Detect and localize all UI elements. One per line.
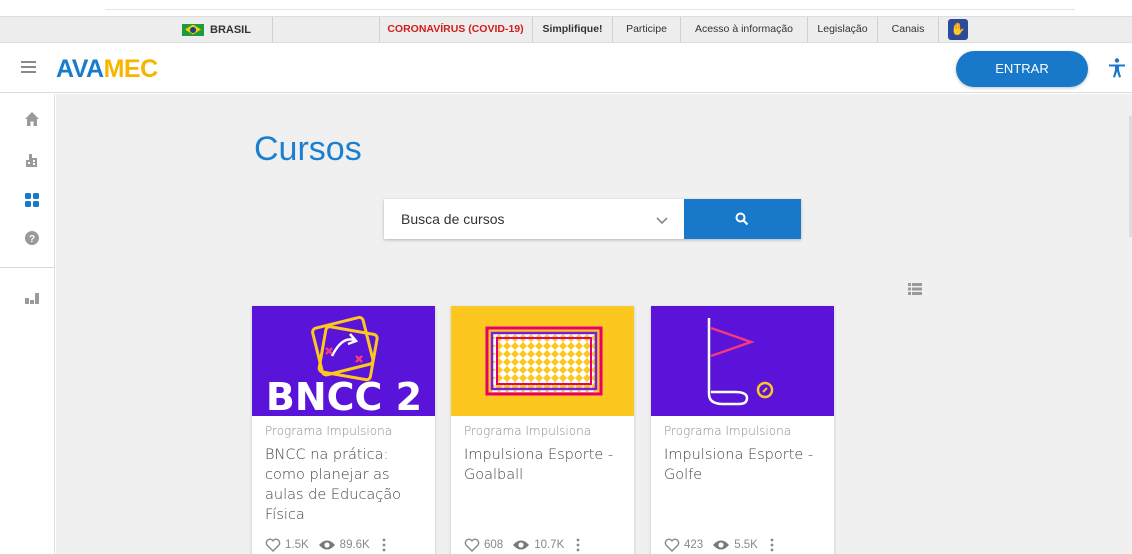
course-stats: 1.5K 89.6K: [265, 538, 386, 552]
likes-stat[interactable]: 1.5K: [265, 538, 309, 552]
gov-link-legislacao[interactable]: Legislação: [807, 17, 877, 42]
gov-link-simplifique[interactable]: Simplifique!: [532, 17, 612, 42]
page-title: Cursos: [254, 130, 362, 168]
gov-link-participe[interactable]: Participe: [612, 17, 680, 42]
app-header: AVAMEC ENTRAR: [0, 44, 1132, 93]
list-view-icon[interactable]: [908, 283, 922, 295]
likes-count: 423: [684, 539, 704, 551]
course-title[interactable]: BNCC na prática: como planejar as aulas …: [265, 445, 425, 525]
views-stat: 10.7K: [512, 539, 564, 551]
course-card[interactable]: Programa Impulsiona Impulsiona Esporte -…: [651, 306, 834, 554]
logo-ava: AVA: [56, 55, 104, 83]
login-button[interactable]: ENTRAR: [956, 51, 1088, 87]
gov-bar: BRASIL CORONAVÍRUS (COVID-19) Simplifiqu…: [0, 16, 1132, 43]
gov-link-covid[interactable]: CORONAVÍRUS (COVID-19): [379, 17, 531, 42]
page: BRASIL CORONAVÍRUS (COVID-19) Simplifiqu…: [0, 0, 1132, 554]
views-count: 89.6K: [339, 539, 370, 551]
more-options-icon[interactable]: [770, 538, 774, 552]
course-title[interactable]: Impulsiona Esporte - Golfe: [664, 445, 824, 485]
course-image-bncc: BNCC 2: [252, 306, 435, 416]
search-icon: [735, 212, 749, 226]
heart-icon: [265, 538, 281, 552]
course-image-goalball: [451, 306, 634, 416]
brazil-flag-icon: [182, 23, 204, 36]
views-count: 10.7K: [534, 539, 565, 551]
likes-stat[interactable]: 423: [664, 538, 703, 552]
course-image-golfe: [651, 306, 834, 416]
course-card[interactable]: Programa Impulsiona Impulsiona Esporte -…: [451, 306, 634, 554]
heart-icon: [664, 538, 680, 552]
top-divider: [105, 9, 1075, 10]
gov-link-canais[interactable]: Canais: [877, 17, 939, 42]
image-label: BNCC 2: [266, 375, 422, 416]
course-card[interactable]: BNCC 2 Programa Impulsiona BNCC na práti…: [252, 306, 435, 554]
sidebar-divider: [0, 267, 55, 268]
course-stats: 423 5.5K: [664, 538, 774, 552]
search-button[interactable]: [684, 199, 801, 239]
eye-icon: [713, 540, 730, 550]
course-program: Programa Impulsiona: [664, 424, 792, 438]
views-stat: 89.6K: [318, 539, 370, 551]
avamec-logo[interactable]: AVAMEC: [56, 55, 158, 84]
course-search: Busca de cursos: [384, 199, 801, 239]
stats-icon[interactable]: [24, 289, 40, 305]
heart-icon: [464, 538, 480, 552]
eye-icon: [318, 540, 335, 550]
search-input[interactable]: Busca de cursos: [401, 211, 505, 227]
views-stat: 5.5K: [712, 539, 758, 551]
vlibras-icon[interactable]: ✋: [948, 19, 968, 40]
more-options-icon[interactable]: [576, 538, 580, 552]
views-count: 5.5K: [734, 539, 758, 551]
sidebar: ?: [0, 94, 55, 554]
goal-illustration: [485, 326, 603, 396]
course-program: Programa Impulsiona: [265, 424, 393, 438]
gov-link-acesso-informacao[interactable]: Acesso à informação: [680, 17, 807, 42]
course-stats: 608 10.7K: [464, 538, 580, 552]
tactics-board-illustration: BNCC 2: [266, 315, 422, 416]
likes-count: 1.5K: [285, 539, 309, 551]
course-title[interactable]: Impulsiona Esporte - Goalball: [464, 445, 624, 485]
gov-brasil-link[interactable]: BRASIL: [170, 17, 273, 42]
eye-icon: [513, 540, 530, 550]
accessibility-icon[interactable]: [1108, 58, 1126, 78]
help-icon[interactable]: ?: [24, 230, 40, 246]
hamburger-menu-icon[interactable]: [21, 61, 36, 73]
svg-text:?: ?: [29, 234, 35, 245]
courses-grid-icon[interactable]: [24, 192, 40, 208]
institution-icon[interactable]: [24, 152, 40, 168]
main-content: Cursos Busca de cursos BNCC 2 Programa I…: [56, 94, 1132, 554]
logo-mec: MEC: [103, 55, 159, 83]
likes-stat[interactable]: 608: [464, 538, 503, 552]
golf-flag-illustration: [707, 318, 774, 406]
likes-count: 608: [484, 539, 504, 551]
gov-country-label: BRASIL: [210, 23, 251, 36]
more-options-icon[interactable]: [382, 538, 386, 552]
chevron-down-icon[interactable]: [654, 212, 670, 228]
home-icon[interactable]: [24, 111, 40, 127]
course-program: Programa Impulsiona: [464, 424, 592, 438]
